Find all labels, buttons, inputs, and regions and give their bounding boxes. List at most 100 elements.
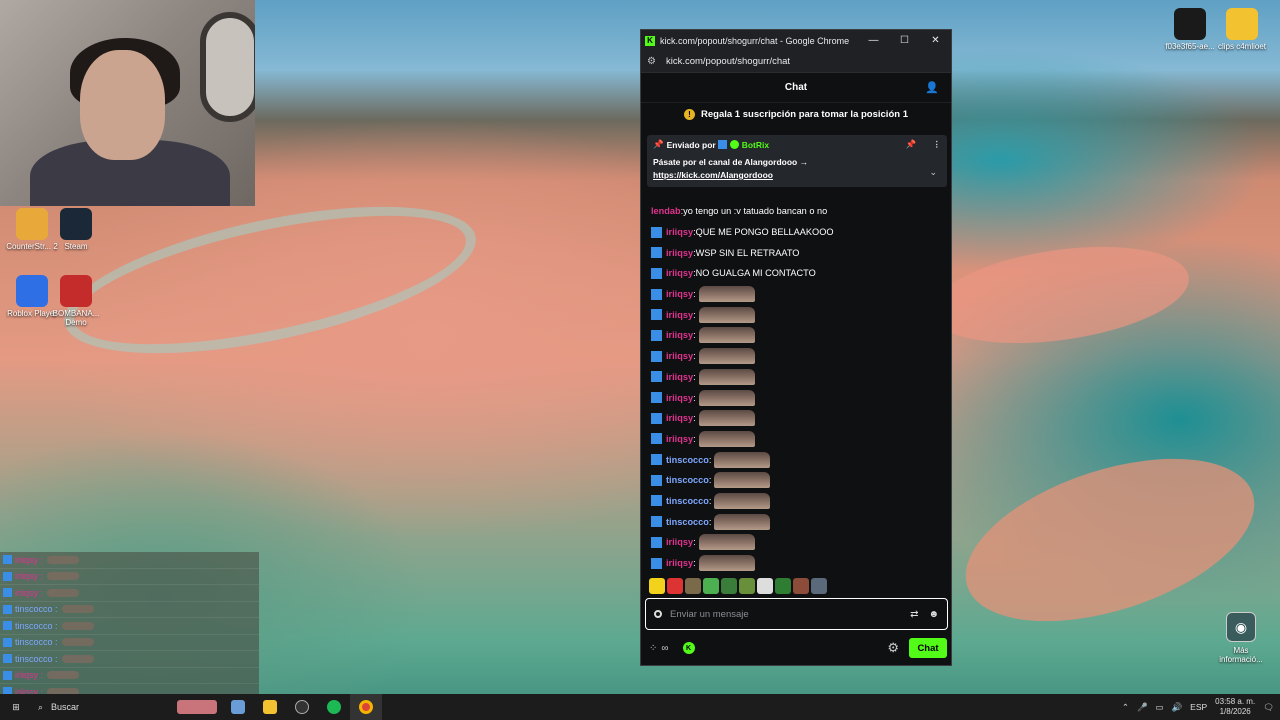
search-box[interactable]: ⌕ Buscar [32, 694, 172, 720]
notifications-icon[interactable]: 🗨 [1263, 702, 1274, 713]
emote-image[interactable] [714, 472, 771, 489]
chat-username[interactable]: iriiqsy [666, 330, 693, 340]
partial-message [651, 187, 941, 201]
emote-image[interactable] [698, 430, 755, 447]
minimize-button[interactable]: — [858, 35, 889, 46]
file-explorer-icon[interactable] [254, 694, 286, 720]
maximize-button[interactable]: ☐ [889, 35, 920, 46]
desktop-shortcut[interactable]: BOMBANA... Demo [46, 275, 106, 327]
close-button[interactable]: ✕ [920, 35, 951, 46]
emote-image[interactable] [714, 451, 771, 468]
separator: : [693, 537, 696, 548]
overlay-username: tinscocco : [15, 653, 58, 664]
more-options-icon[interactable]: ⋮ [933, 139, 942, 150]
chevron-up-icon[interactable]: ⌃ [1122, 702, 1129, 713]
chevron-down-icon[interactable]: ⌄ [929, 167, 937, 178]
kick-k-icon[interactable]: K [682, 642, 695, 654]
chat-username[interactable]: iriiqsy [666, 248, 693, 258]
chat-username[interactable]: iriiqsy [666, 558, 693, 568]
emote-image[interactable] [698, 534, 755, 551]
chat-username[interactable]: tinscocco [666, 475, 709, 485]
desktop-shortcut[interactable]: Steam [46, 208, 106, 251]
gear-icon[interactable]: ⚙ [887, 640, 899, 656]
chat-username[interactable]: tinscocco [666, 496, 709, 506]
chrome-icon[interactable] [350, 694, 382, 720]
unpin-icon[interactable]: 📌 [906, 139, 917, 150]
chat-message: iriiqsy: QUE ME PONGO BELLAAKOOO [651, 222, 941, 243]
emote-image[interactable] [698, 368, 755, 385]
emote-image[interactable] [698, 410, 755, 427]
info-icon[interactable]: ◉ [1226, 612, 1256, 642]
quick-emote[interactable] [649, 578, 665, 594]
emote-image[interactable] [714, 492, 771, 509]
send-chat-button[interactable]: Chat [909, 638, 947, 658]
spotify-icon[interactable] [318, 694, 350, 720]
search-label: Buscar [51, 702, 80, 712]
emote-image[interactable] [698, 327, 755, 344]
roblox-icon [16, 275, 48, 307]
emote-image[interactable] [698, 306, 755, 323]
chat-username[interactable]: iriiqsy [666, 372, 693, 382]
chat-username[interactable]: iriiqsy [666, 351, 693, 361]
address-bar[interactable]: ⚙ kick.com/popout/shogurr/chat [641, 51, 951, 73]
chat-username[interactable]: iriiqsy [666, 227, 693, 237]
chat-title: Chat [784, 82, 808, 93]
calculator-icon[interactable] [222, 694, 254, 720]
quick-emote[interactable] [793, 578, 809, 594]
windows-start-icon[interactable]: ⊞ [0, 694, 32, 720]
network-icon[interactable]: ▭ [1156, 702, 1164, 713]
language-indicator[interactable]: ESP [1190, 702, 1207, 712]
chat-message: tinscocco: [651, 470, 941, 491]
overlay-chat-row: tinscocco : [0, 602, 259, 618]
quick-emote[interactable] [703, 578, 719, 594]
desktop-shortcut-label: BOMBANA... Demo [52, 309, 100, 327]
user-list-icon[interactable]: 👤 [925, 81, 939, 94]
bot-name[interactable]: BotRix [742, 140, 769, 150]
desktop-shortcut[interactable]: clips c4mlioet [1212, 8, 1272, 51]
pinned-link[interactable]: https://kick.com/Alangordooo [653, 169, 941, 182]
emote-image [61, 621, 94, 630]
quick-emote[interactable] [667, 578, 683, 594]
volume-icon[interactable]: 🔊 [1172, 702, 1183, 713]
points-icon[interactable]: ⁘ [649, 643, 657, 654]
emote-image[interactable] [698, 389, 755, 406]
message-placeholder[interactable]: Enviar un mensaje [670, 609, 900, 620]
emote-image[interactable] [698, 555, 755, 572]
chat-username[interactable]: tinscocco [666, 517, 709, 527]
chat-username[interactable]: iriiqsy [666, 537, 693, 547]
emote-image[interactable] [714, 513, 771, 530]
infinity-icon[interactable]: ∞ [661, 643, 668, 654]
emote-image[interactable] [698, 286, 755, 303]
chat-username[interactable]: iriiqsy [666, 289, 693, 299]
chat-username[interactable]: iriiqsy [666, 310, 693, 320]
obs-icon[interactable] [286, 694, 318, 720]
shark-app-icon[interactable] [172, 694, 222, 720]
chat-username[interactable]: iriiqsy [666, 268, 693, 278]
quick-emote[interactable] [721, 578, 737, 594]
overlay-chat-row: iriiqsy : [0, 585, 259, 602]
info-label[interactable]: Más informació... [1214, 646, 1268, 664]
quick-emote[interactable] [811, 578, 827, 594]
overlay-username: tinscocco : [15, 604, 58, 615]
chat-username[interactable]: iriiqsy [666, 434, 693, 444]
translate-icon[interactable]: ⇄ [910, 609, 918, 620]
chat-username[interactable]: lendab [651, 206, 681, 216]
chat-username[interactable]: tinscocco [666, 455, 709, 465]
gift-sub-banner[interactable]: ! Regala 1 suscripción para tomar la pos… [641, 103, 951, 125]
emoji-icon[interactable]: ☻ [928, 609, 939, 620]
quick-emote[interactable] [775, 578, 791, 594]
emote-image [47, 671, 80, 680]
clock[interactable]: 03:58 a. m. 1/8/2026 [1215, 697, 1255, 717]
emote-image [61, 638, 94, 647]
desktop-shortcut[interactable]: f03e3f65-ae... [1160, 8, 1220, 51]
message-input[interactable]: Enviar un mensaje ⇄ ☻ [645, 598, 948, 630]
quick-emote[interactable] [757, 578, 773, 594]
quick-emote[interactable] [739, 578, 755, 594]
chat-username[interactable]: iriiqsy [666, 413, 693, 423]
chat-username[interactable]: iriiqsy [666, 393, 693, 403]
microphone-icon[interactable]: 🎤 [1137, 702, 1148, 713]
overlay-username: tinscocco : [15, 637, 58, 648]
emote-image[interactable] [698, 348, 755, 365]
site-settings-icon[interactable]: ⚙ [647, 56, 656, 67]
quick-emote[interactable] [685, 578, 701, 594]
